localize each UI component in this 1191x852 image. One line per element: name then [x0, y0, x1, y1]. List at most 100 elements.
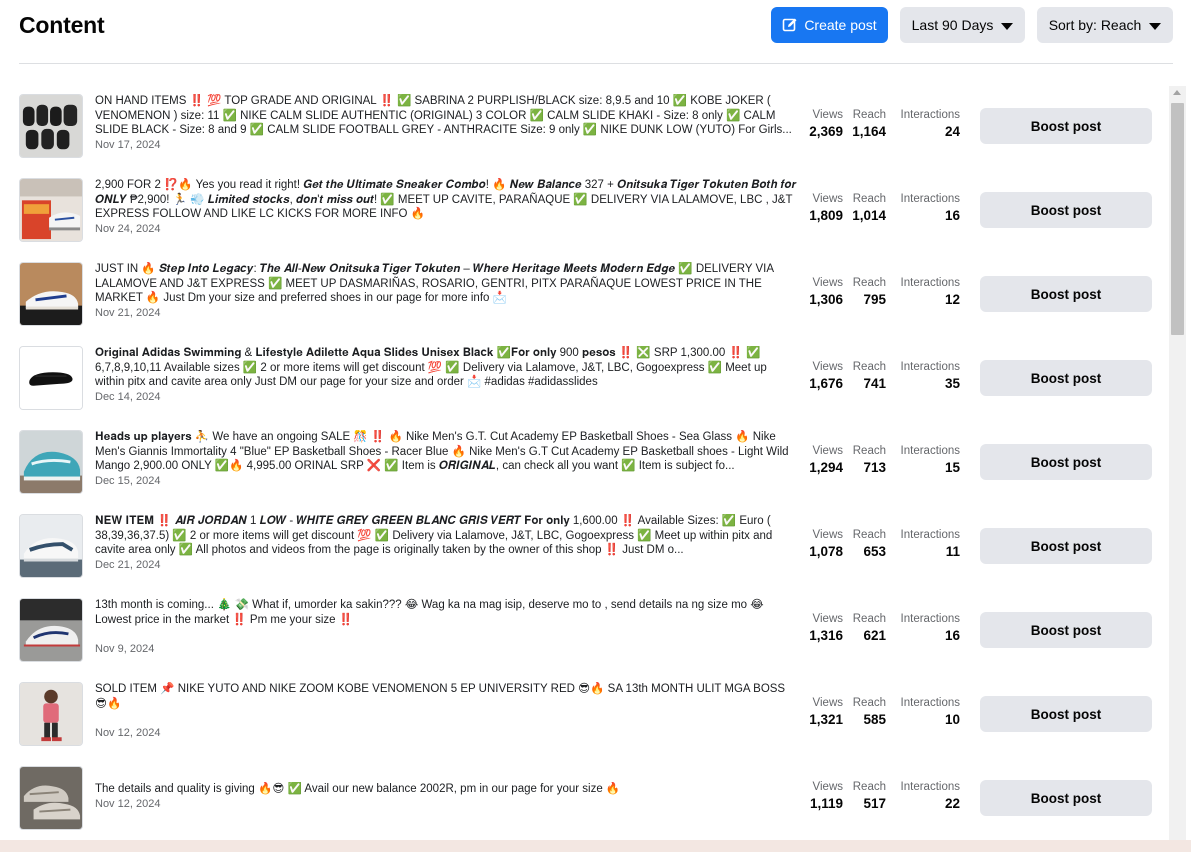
post-thumbnail[interactable] — [19, 94, 83, 158]
post-thumbnail[interactable] — [19, 598, 83, 662]
boost-post-button[interactable]: Boost post — [980, 108, 1152, 144]
views-stat: Views 1,306 — [804, 276, 843, 309]
reach-label: Reach — [852, 529, 886, 541]
interactions-stat: Interactions 16 — [896, 192, 960, 225]
views-label: Views — [812, 277, 843, 289]
post-row: ON HAND ITEMS ‼️ 💯 TOP GRADE AND ORIGINA… — [19, 84, 1167, 168]
post-text[interactable]: 𝐇𝐞𝐚𝐝𝐬 𝐮𝐩 𝐩𝐥𝐚𝐲𝐞𝐫𝐬 ⛹️ We have an ongoing S… — [95, 430, 798, 474]
views-stat: Views 2,369 — [804, 108, 843, 141]
sort-label: Sort by: Reach — [1048, 17, 1142, 33]
post-text[interactable]: 13th month is coming... 🎄 💸 What if, umo… — [95, 598, 798, 627]
interactions-value: 24 — [944, 124, 960, 139]
scrollbar-thumb[interactable] — [1171, 103, 1184, 335]
views-label: Views — [812, 781, 843, 793]
date-range-label: Last 90 Days — [911, 17, 994, 33]
boost-post-button[interactable]: Boost post — [980, 360, 1152, 396]
boost-post-button[interactable]: Boost post — [980, 276, 1152, 312]
content-card: Content Create post Last 90 Days Sort by… — [0, 0, 1191, 840]
post-thumbnail[interactable] — [19, 346, 83, 410]
interactions-stat: Interactions 16 — [896, 612, 960, 645]
reach-label: Reach — [852, 193, 886, 205]
interactions-value: 22 — [944, 796, 960, 811]
jordan-shoe-image — [20, 515, 82, 577]
reach-stat: Reach 1,014 — [851, 192, 886, 225]
interactions-label: Interactions — [900, 361, 960, 373]
views-stat: Views 1,078 — [804, 528, 843, 561]
reach-stat: Reach 621 — [851, 612, 886, 645]
reach-value: 795 — [863, 292, 886, 307]
post-text[interactable]: 2,900 FOR 2 ⁉️🔥 Yes you read it right! 𝑮… — [95, 178, 798, 222]
boost-post-button[interactable]: Boost post — [980, 192, 1152, 228]
create-post-label: Create post — [804, 17, 877, 33]
scroll-up-arrow-icon[interactable] — [1173, 90, 1181, 95]
post-date: Nov 21, 2024 — [95, 307, 161, 319]
shoe-on-hand-image — [20, 599, 82, 661]
reach-stat: Reach 795 — [851, 276, 886, 309]
post-list: ON HAND ITEMS ‼️ 💯 TOP GRADE AND ORIGINA… — [19, 84, 1167, 840]
views-stat: Views 1,676 — [804, 360, 843, 393]
reach-stat: Reach 741 — [851, 360, 886, 393]
views-stat: Views 1,119 — [804, 780, 843, 813]
post-date: Dec 14, 2024 — [95, 391, 161, 403]
interactions-value: 10 — [944, 712, 960, 727]
boost-post-button[interactable]: Boost post — [980, 612, 1152, 648]
reach-label: Reach — [852, 781, 886, 793]
reach-value: 1,014 — [852, 208, 886, 223]
views-stat: Views 1,809 — [804, 192, 843, 225]
post-date: Dec 15, 2024 — [95, 475, 161, 487]
post-row: The details and quality is giving 🔥😎 ✅ A… — [19, 756, 1167, 840]
create-post-button[interactable]: Create post — [771, 7, 888, 43]
views-label: Views — [812, 193, 843, 205]
post-text[interactable]: JUST IN 🔥 𝑺𝒕𝒆𝒑 𝑰𝒏𝒕𝒐 𝑳𝒆𝒈𝒂𝒄𝒚: 𝑻𝒉𝒆 𝑨𝒍𝒍-𝑵𝒆𝒘 … — [95, 262, 798, 306]
post-thumbnail[interactable] — [19, 262, 83, 326]
post-row: SOLD ITEM 📌 NIKE YUTO AND NIKE ZOOM KOBE… — [19, 672, 1167, 756]
sneaker-box-image — [20, 179, 82, 241]
boost-post-button[interactable]: Boost post — [980, 696, 1152, 732]
interactions-value: 16 — [944, 628, 960, 643]
reach-label: Reach — [852, 361, 886, 373]
reach-label: Reach — [852, 697, 886, 709]
reach-value: 517 — [863, 796, 886, 811]
post-thumbnail[interactable] — [19, 682, 83, 746]
slide-image — [20, 347, 82, 409]
caret-down-icon — [1149, 22, 1162, 30]
interactions-stat: Interactions 35 — [896, 360, 960, 393]
edit-icon — [783, 18, 797, 32]
sneaker-image — [20, 263, 82, 325]
interactions-stat: Interactions 15 — [896, 444, 960, 477]
post-text[interactable]: ON HAND ITEMS ‼️ 💯 TOP GRADE AND ORIGINA… — [95, 94, 798, 138]
reach-label: Reach — [852, 445, 886, 457]
date-range-dropdown[interactable]: Last 90 Days — [900, 7, 1025, 43]
post-text[interactable]: The details and quality is giving 🔥😎 ✅ A… — [95, 782, 798, 797]
reach-stat: Reach 1,164 — [851, 108, 886, 141]
scrollbar[interactable] — [1169, 86, 1186, 840]
post-row: 𝐇𝐞𝐚𝐝𝐬 𝐮𝐩 𝐩𝐥𝐚𝐲𝐞𝐫𝐬 ⛹️ We have an ongoing S… — [19, 420, 1167, 504]
interactions-value: 15 — [944, 460, 960, 475]
post-text[interactable]: 𝐍𝐄𝐖 𝐈𝐓𝐄𝐌 ‼️ 𝑨𝑰𝑹 𝑱𝑶𝑹𝑫𝑨𝑵 1 𝑳𝑶𝑾 - 𝑾𝑯𝑰𝑻𝑬 𝑮𝑹𝑬… — [95, 514, 798, 558]
interactions-label: Interactions — [900, 109, 960, 121]
page-title: Content — [19, 12, 105, 38]
views-value: 1,321 — [809, 712, 843, 727]
views-stat: Views 1,316 — [804, 612, 843, 645]
views-value: 1,316 — [809, 628, 843, 643]
boost-post-button[interactable]: Boost post — [980, 444, 1152, 480]
post-thumbnail[interactable] — [19, 514, 83, 578]
views-value: 1,294 — [809, 460, 843, 475]
post-text[interactable]: 𝐎𝐫𝐢𝐠𝐢𝐧𝐚𝐥 𝐀𝐝𝐢𝐝𝐚𝐬 𝐒𝐰𝐢𝐦𝐦𝐢𝐧𝐠 & 𝐋𝐢𝐟𝐞𝐬𝐭𝐲𝐥𝐞 𝐀𝐝𝐢… — [95, 346, 798, 390]
post-thumbnail[interactable] — [19, 430, 83, 494]
interactions-label: Interactions — [900, 277, 960, 289]
views-label: Views — [812, 529, 843, 541]
boost-post-button[interactable]: Boost post — [980, 528, 1152, 564]
interactions-stat: Interactions 11 — [896, 528, 960, 561]
boost-post-button[interactable]: Boost post — [980, 780, 1152, 816]
reach-value: 1,164 — [852, 124, 886, 139]
views-label: Views — [812, 697, 843, 709]
reach-value: 713 — [863, 460, 886, 475]
post-thumbnail[interactable] — [19, 178, 83, 242]
post-text[interactable]: SOLD ITEM 📌 NIKE YUTO AND NIKE ZOOM KOBE… — [95, 682, 798, 711]
views-value: 1,078 — [809, 544, 843, 559]
sort-dropdown[interactable]: Sort by: Reach — [1037, 7, 1173, 43]
post-thumbnail[interactable] — [19, 766, 83, 830]
post-date: Dec 21, 2024 — [95, 559, 161, 571]
caret-down-icon — [1001, 22, 1014, 30]
